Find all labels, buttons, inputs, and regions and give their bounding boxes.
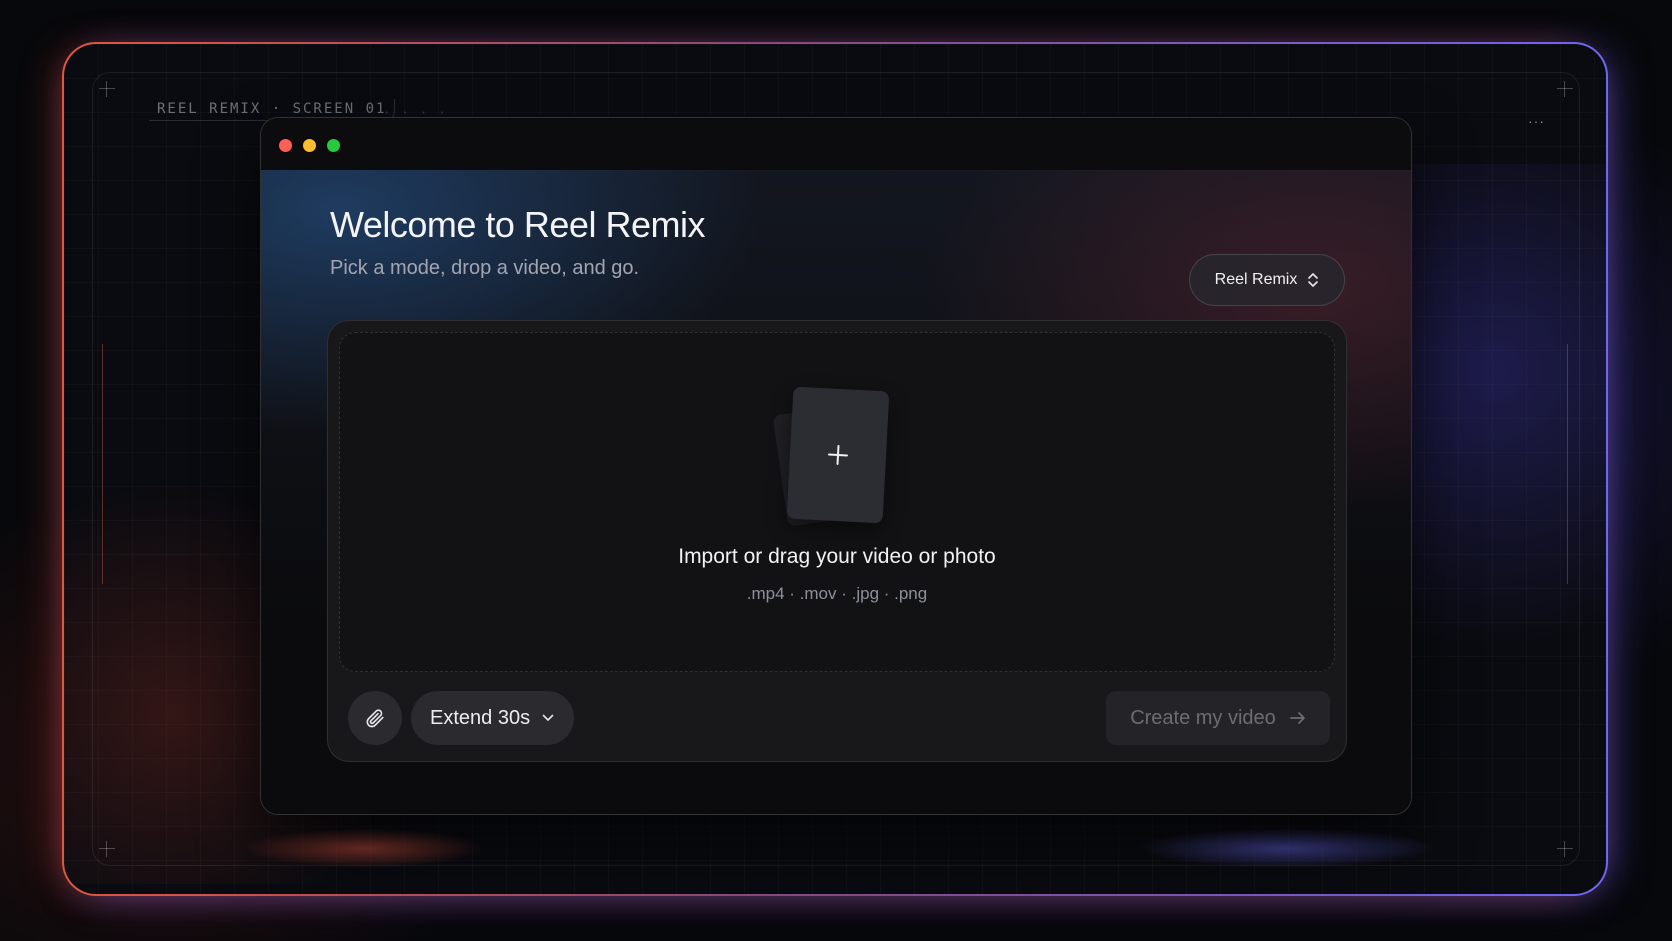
zoom-window-button[interactable] [327,139,340,152]
mode-select-value: Reel Remix [1214,271,1298,288]
crosshair-icon [1557,81,1573,97]
stage-background: REEL REMIX · SCREEN 01 · · · · ··· Welco… [0,0,1672,941]
crosshair-icon [99,841,115,857]
page-subtitle: Pick a mode, drop a video, and go. [330,257,640,279]
close-window-button[interactable] [279,139,292,152]
page-title: Welcome to Reel Remix [330,204,705,245]
upload-panel: Import or drag your video or photo .mp4 … [327,320,1347,762]
create-video-button[interactable]: Create my video [1106,691,1330,745]
app-window: Welcome to Reel Remix Pick a mode, drop … [260,117,1412,815]
arrow-right-icon [1289,712,1305,724]
chevron-down-icon [542,714,554,721]
crosshair-icon [1557,841,1573,857]
minimize-window-button[interactable] [303,139,316,152]
dropzone-title: Import or drag your video or photo [678,545,996,568]
main-content: Welcome to Reel Remix Pick a mode, drop … [261,170,1411,814]
crosshair-icon [99,81,115,97]
mode-select[interactable]: Reel Remix [1189,254,1345,306]
extend-duration-dropdown[interactable]: Extend 30s [411,691,575,745]
extend-duration-label: Extend 30s [430,706,531,729]
paperclip-icon [366,709,384,728]
window-titlebar [261,118,1411,171]
attach-button[interactable] [348,691,402,745]
plus-icon [828,445,848,465]
hud-right-dots: ··· [1528,113,1545,129]
chevron-up-down-icon [1308,273,1319,287]
dropzone[interactable]: Import or drag your video or photo .mp4 … [339,332,1335,672]
card-front [786,386,890,524]
create-video-label: Create my video [1130,706,1276,729]
dropzone-formats: .mp4 · .mov · .jpg · .png [746,584,928,603]
media-card-stack [772,385,892,527]
